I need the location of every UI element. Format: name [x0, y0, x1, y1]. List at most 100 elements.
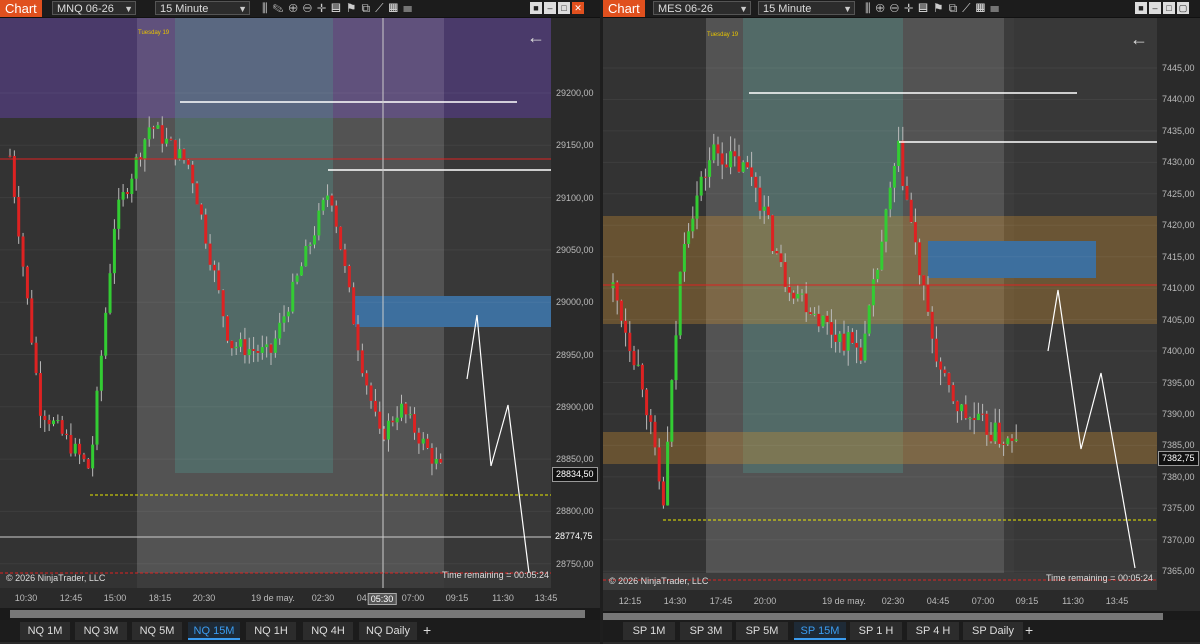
trend-icon[interactable]: ⟋: [375, 1, 388, 15]
left-scrollbar[interactable]: [0, 608, 600, 620]
candle-body: [838, 333, 842, 342]
strategy-icon[interactable]: ⚑: [346, 1, 362, 15]
close-icon[interactable]: ✕: [572, 2, 584, 14]
candle-body: [1010, 438, 1014, 441]
candle-body: [212, 264, 216, 271]
time-tick-label: 04:45: [926, 596, 950, 606]
right-chart-menu-button[interactable]: Chart: [603, 0, 645, 17]
price-tick-label: 28750,00: [556, 558, 594, 569]
right-instrument-selector[interactable]: MES 06-26 ▼: [653, 1, 751, 15]
tab-nq-3m[interactable]: NQ 3M: [75, 622, 127, 640]
price-tick-label: 7375,00: [1162, 503, 1195, 514]
maximize-icon[interactable]: □: [558, 2, 570, 14]
indicator-icon[interactable]: ⧉: [362, 1, 376, 15]
candle-body: [386, 420, 390, 440]
left-time-axis[interactable]: 10:30 12:45 15:00 18:15 20:30 19 de may. 02:30…: [0, 590, 600, 608]
right-interval-selector[interactable]: 15 Minute ▼: [758, 1, 855, 15]
candle-body: [964, 404, 968, 419]
right-tab-bar: SP 1M SP 3M SP 5M SP 15M SP 1 H SP 4 H SP Dail…: [603, 620, 1200, 642]
crosshair-icon[interactable]: ✛: [904, 1, 918, 15]
tile-icon[interactable]: ■: [530, 2, 542, 14]
candle-body: [758, 187, 762, 211]
candle-body: [417, 432, 421, 444]
candle-body: [926, 285, 930, 312]
session-zone: [355, 296, 551, 327]
tile-icon[interactable]: ■: [1135, 2, 1147, 14]
candle-body: [850, 332, 854, 343]
back-arrow-icon[interactable]: ←: [1130, 29, 1148, 50]
minimize-icon[interactable]: –: [1149, 2, 1161, 14]
candle-body: [724, 164, 728, 168]
session-zone: [928, 241, 1096, 278]
zoom-in-icon[interactable]: ⊕: [876, 1, 890, 15]
minimize-icon[interactable]: –: [544, 2, 556, 14]
pencil-icon[interactable]: ✎: [273, 1, 289, 15]
left-instrument-selector[interactable]: MNQ 06-26 ▼: [52, 1, 136, 15]
candle-body: [134, 157, 138, 179]
left-scrollbar-thumb[interactable]: [10, 610, 585, 618]
list-icon[interactable]: ☰: [990, 1, 1004, 15]
candle-body: [888, 187, 892, 210]
left-price-axis[interactable]: 29200,00 29150,00 29100,00 29050,00 29000,00…: [551, 18, 600, 588]
candle-body: [86, 459, 90, 469]
tab-nq-1m[interactable]: NQ 1M: [20, 622, 70, 640]
properties-icon[interactable]: ▤: [331, 1, 346, 15]
strategy-icon[interactable]: ⚑: [933, 1, 949, 15]
candle-body: [360, 350, 364, 374]
tab-sp-15m[interactable]: SP 15M: [794, 622, 846, 640]
time-tick-label: 10:30: [14, 593, 38, 603]
tab-sp-1m[interactable]: SP 1M: [623, 622, 675, 640]
candle-body: [682, 244, 686, 272]
zoom-in-icon[interactable]: ⊕: [288, 1, 302, 15]
candle-body: [918, 242, 922, 276]
bar-type-icon[interactable]: ⫼: [262, 1, 273, 15]
add-tab-button[interactable]: +: [1025, 622, 1033, 638]
left-price-plot[interactable]: Tuesday 19 ← © 2026 NinjaTrader, LLC Tim…: [0, 18, 551, 588]
tab-sp-3m[interactable]: SP 3M: [680, 622, 732, 640]
tab-nq-5m[interactable]: NQ 5M: [132, 622, 182, 640]
properties-icon[interactable]: ▤: [918, 1, 933, 15]
left-chart-window: Chart MNQ 06-26 ▼ 15 Minute ▼ ⫼✎⊕⊖✛▤⚑⧉⟋▦☰ …: [0, 0, 600, 644]
tab-sp-4-h[interactable]: SP 4 H: [907, 622, 959, 640]
back-arrow-icon[interactable]: ←: [527, 27, 545, 48]
add-tab-button[interactable]: +: [423, 622, 431, 638]
candle-body: [699, 176, 703, 196]
list-icon[interactable]: ☰: [403, 1, 417, 15]
time-tick-label: 17:45: [709, 596, 733, 606]
calculator-icon[interactable]: ▦: [976, 1, 991, 15]
restore-icon[interactable]: ▢: [1177, 2, 1189, 14]
maximize-icon[interactable]: □: [1163, 2, 1175, 14]
calculator-icon[interactable]: ▦: [389, 1, 404, 15]
price-tick-label: 29100,00: [556, 192, 594, 203]
zoom-out-icon[interactable]: ⊖: [303, 1, 317, 15]
right-price-plot[interactable]: Tuesday 19 ← © 2026 NinjaTrader, LLC Tim…: [603, 18, 1157, 590]
indicator-icon[interactable]: ⧉: [949, 1, 963, 15]
candle-body: [152, 127, 156, 129]
tab-sp-5m[interactable]: SP 5M: [736, 622, 788, 640]
zoom-out-icon[interactable]: ⊖: [890, 1, 904, 15]
candle-body: [733, 151, 737, 157]
price-tick-label: 7370,00: [1162, 534, 1195, 545]
tab-sp-daily[interactable]: SP Daily: [963, 622, 1023, 640]
candle-body: [430, 448, 434, 464]
left-chart-menu-button[interactable]: Chart: [0, 0, 42, 17]
trend-icon[interactable]: ⟋: [962, 1, 975, 15]
candle-body: [400, 403, 403, 418]
tab-nq-daily[interactable]: NQ Daily: [359, 622, 417, 640]
candle-body: [985, 413, 989, 435]
price-tick-label: 7410,00: [1162, 283, 1195, 294]
right-time-axis[interactable]: 12:15 14:30 17:45 20:00 19 de may. 02:30 04:45…: [603, 593, 1200, 611]
left-interval-selector[interactable]: 15 Minute ▼: [155, 1, 250, 15]
right-interval-value: 15 Minute: [763, 3, 812, 15]
crosshair-icon[interactable]: ✛: [317, 1, 331, 15]
candle-body: [666, 441, 670, 506]
candle-body: [321, 199, 325, 211]
tab-nq-4h[interactable]: NQ 4H: [303, 622, 353, 640]
tab-nq-1h[interactable]: NQ 1H: [246, 622, 296, 640]
bar-type-icon[interactable]: ⫼: [865, 1, 876, 15]
tab-sp-1-h[interactable]: SP 1 H: [850, 622, 902, 640]
time-tick-label: 15:00: [103, 593, 127, 603]
right-price-axis[interactable]: 7445,00 7440,00 7435,00 7430,00 7425,00 7420,…: [1157, 18, 1200, 590]
candle-body: [326, 195, 330, 200]
tab-nq-15m[interactable]: NQ 15M: [188, 622, 240, 640]
